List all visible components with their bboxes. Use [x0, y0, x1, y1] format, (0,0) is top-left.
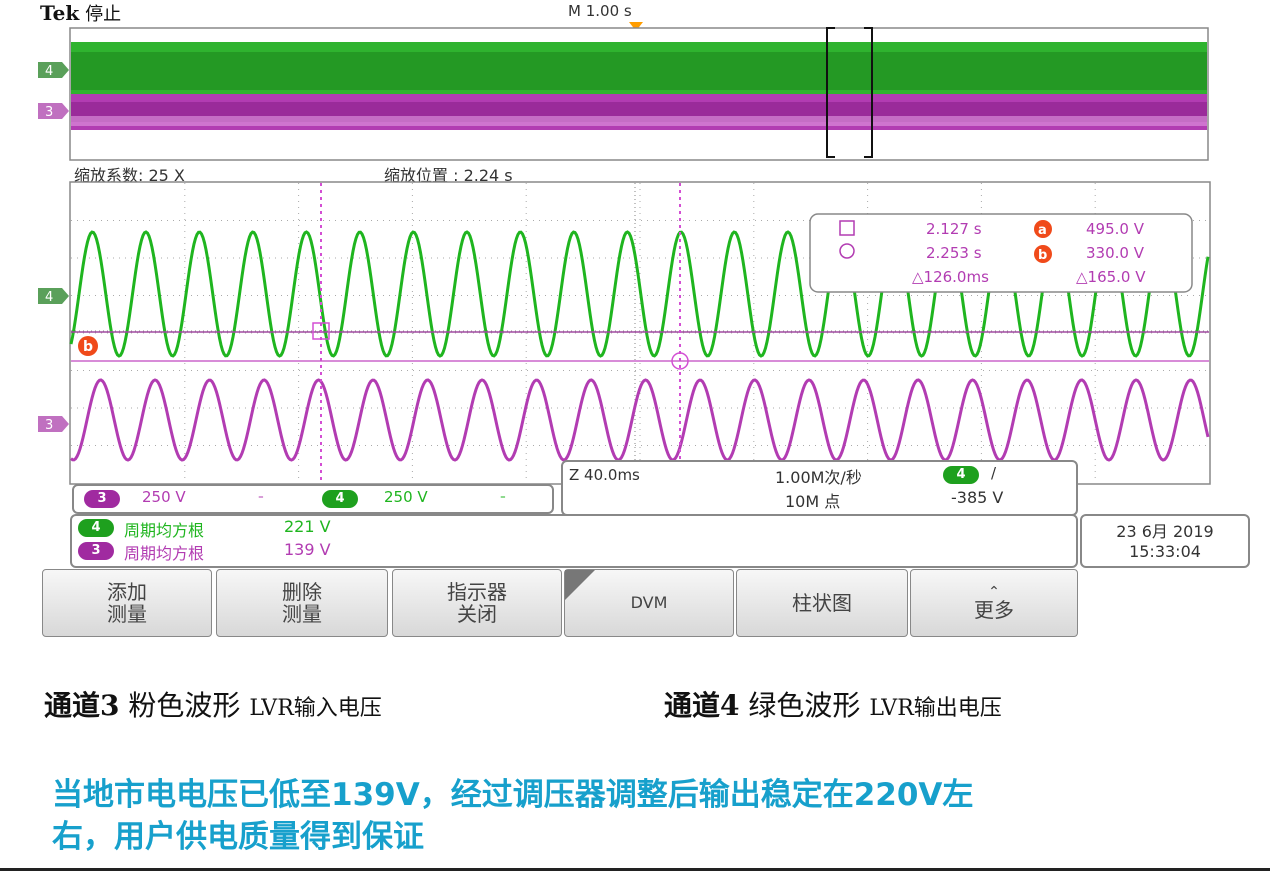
- datetime-panel: 23 6月 2019 15:33:04: [1080, 514, 1250, 568]
- cursor-2-time: 2.253 s: [926, 244, 982, 262]
- timebase-label: M 1.00 s: [568, 2, 632, 20]
- sample-rate: 1.00M次/秒: [775, 468, 862, 487]
- channel-scale-bar[interactable]: 3 250 V ⁼ 4 250 V ⁼: [72, 484, 554, 514]
- bottom-divider: [0, 868, 1270, 871]
- record-length: 10M 点: [785, 492, 841, 511]
- ch4-bandwidth-icon: ⁼: [500, 492, 506, 505]
- ch3-level-marker[interactable]: 3: [38, 416, 69, 433]
- overview-ch3-edge: [71, 116, 1207, 126]
- ch3-caption: 通道3 粉色波形 LVR输入电压: [44, 689, 382, 722]
- meas-1-ch-badge: 4: [78, 519, 114, 537]
- ch4-badge[interactable]: 4: [322, 490, 358, 508]
- cursor-b-label-icon: b: [78, 336, 98, 356]
- cursor-1-time: 2.127 s: [926, 220, 982, 238]
- svg-text:3: 3: [45, 418, 53, 433]
- meas-1-value: 221 V: [284, 517, 331, 536]
- chevron-up-icon: ⌃: [988, 584, 1000, 600]
- time-label: 15:33:04: [1129, 542, 1201, 561]
- svg-text:4: 4: [45, 290, 53, 305]
- timebase-trigger-panel[interactable]: Z 40.0ms 1.00M次/秒 10M 点 4 / -385 V: [561, 460, 1078, 516]
- meas-2-value: 139 V: [284, 540, 331, 559]
- ch3-badge[interactable]: 3: [84, 490, 120, 508]
- summary-note-line-1: 当地市电电压已低至139V，经过调压器调整后输出稳定在220V左: [52, 777, 974, 813]
- overview-ch4-core: [71, 52, 1207, 90]
- brand-label: Tek 停止: [40, 1, 122, 25]
- dvm-button[interactable]: DVM: [564, 569, 734, 637]
- ch3-bandwidth-icon: ⁼: [258, 492, 264, 505]
- overview-ch4-marker[interactable]: 4: [38, 62, 69, 79]
- overview-ch3-marker[interactable]: 3: [38, 103, 69, 120]
- ch4-level-marker[interactable]: 4: [38, 288, 69, 305]
- cursor-b-voltage: 330.0 V: [1086, 244, 1145, 262]
- histogram-button[interactable]: 柱状图: [736, 569, 908, 637]
- ch3-scale: 250 V: [142, 488, 186, 506]
- svg-text:4: 4: [45, 64, 53, 79]
- ch4-caption: 通道4 绿色波形 LVR输出电压: [664, 689, 1002, 722]
- svg-text:3: 3: [45, 105, 53, 120]
- acquisition-status: 停止: [85, 4, 122, 25]
- trigger-source-badge[interactable]: 4: [943, 466, 979, 484]
- dvm-corner-tab: [565, 570, 595, 600]
- zoomed-waveform-display[interactable]: b 4 3 2.127 s 2.253 s △126.0ms a b 495.0…: [38, 180, 1212, 486]
- meas-2-label: 周期均方根: [124, 544, 205, 563]
- zoom-timebase: Z 40.0ms: [569, 466, 640, 484]
- trigger-level: -385 V: [951, 488, 1004, 507]
- add-measurement-button[interactable]: 添加 测量: [42, 569, 212, 637]
- cursor-a-voltage: 495.0 V: [1086, 220, 1145, 238]
- cursor-readout-panel[interactable]: 2.127 s 2.253 s △126.0ms a b 495.0 V 330…: [809, 213, 1193, 293]
- meas-1-label: 周期均方根: [124, 521, 205, 540]
- delete-measurement-button[interactable]: 删除 测量: [216, 569, 388, 637]
- svg-text:b: b: [83, 339, 93, 355]
- cursor-delta-time: △126.0ms: [912, 268, 989, 286]
- trigger-slope-icon: /: [991, 464, 997, 482]
- cursor-delta-voltage: △165.0 V: [1076, 268, 1146, 286]
- svg-text:b: b: [1038, 248, 1047, 263]
- ch4-scale: 250 V: [384, 488, 428, 506]
- meas-2-ch-badge: 3: [78, 542, 114, 560]
- svg-text:a: a: [1038, 223, 1047, 238]
- measurement-panel[interactable]: 4 周期均方根 221 V 3 周期均方根 139 V: [70, 514, 1078, 568]
- overview-waveform[interactable]: 4 3: [38, 24, 1210, 162]
- indicators-off-button[interactable]: 指示器 关闭: [392, 569, 562, 637]
- more-button[interactable]: ⌃ 更多: [910, 569, 1078, 637]
- date-label: 23 6月 2019: [1116, 522, 1214, 541]
- summary-note-line-2: 右，用户供电质量得到保证: [52, 819, 424, 855]
